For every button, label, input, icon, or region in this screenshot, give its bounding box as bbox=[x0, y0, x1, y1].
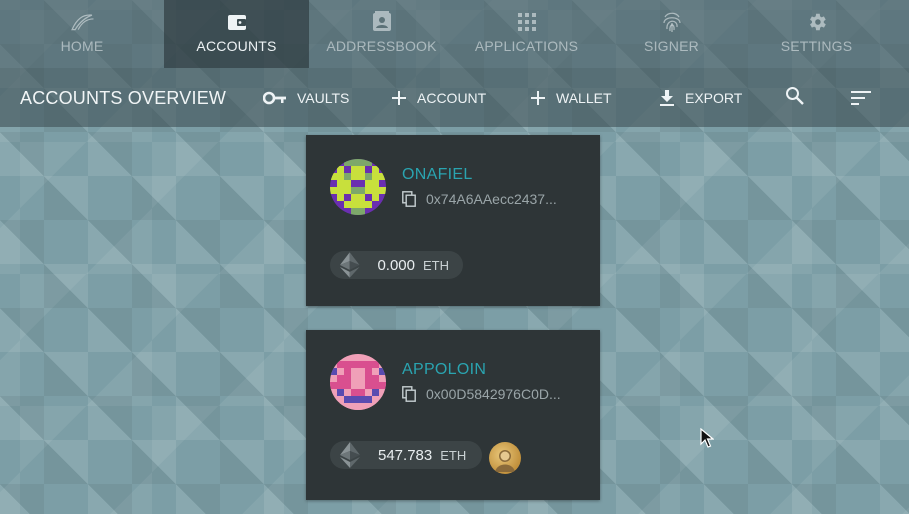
balance-unit: ETH bbox=[423, 257, 449, 273]
nav-accounts[interactable]: ACCOUNTS bbox=[164, 0, 309, 68]
account-address-row: 0x74A6AAecc2437... bbox=[402, 191, 557, 207]
nav-signer-label: SIGNER bbox=[644, 38, 699, 54]
balance-chip: 0.000 ETH bbox=[330, 251, 463, 279]
main-navigation: HOME ACCOUNTS ADDRESSBOOK APPLICATIONS S… bbox=[0, 0, 909, 68]
balance-chip: 547.783 ETH bbox=[330, 441, 482, 469]
balance-value: 547.783 bbox=[378, 446, 433, 464]
balance-value: 0.000 bbox=[377, 256, 415, 274]
export-button[interactable]: EXPORT bbox=[659, 68, 742, 127]
mouse-cursor-icon bbox=[700, 428, 714, 448]
add-account-label: ACCOUNT bbox=[417, 89, 487, 106]
nav-applications-label: APPLICATIONS bbox=[474, 38, 579, 54]
nav-settings-label: SETTINGS bbox=[780, 38, 853, 54]
nav-accounts-label: ACCOUNTS bbox=[196, 38, 277, 54]
nav-addressbook-label: ADDRESSBOOK bbox=[326, 38, 437, 54]
vaults-label: VAULTS bbox=[297, 89, 350, 106]
vaults-button[interactable]: VAULTS bbox=[263, 68, 349, 127]
fingerprint-icon bbox=[659, 11, 685, 33]
add-wallet-button[interactable]: WALLET bbox=[530, 68, 612, 127]
page-title: ACCOUNTS OVERVIEW bbox=[20, 88, 227, 108]
gear-icon bbox=[804, 11, 830, 33]
token-icon[interactable] bbox=[489, 442, 521, 474]
nav-signer[interactable]: SIGNER bbox=[599, 0, 744, 68]
accounts-toolbar: ACCOUNTS OVERVIEW VAULTS ACCOUNT WALLET … bbox=[0, 68, 909, 127]
ethereum-icon bbox=[340, 442, 360, 468]
account-avatar bbox=[330, 354, 386, 410]
account-avatar bbox=[330, 159, 386, 215]
key-icon bbox=[263, 91, 286, 104]
contacts-icon bbox=[369, 11, 395, 33]
copy-icon[interactable] bbox=[402, 386, 416, 402]
nav-addressbook[interactable]: ADDRESSBOOK bbox=[309, 0, 454, 68]
account-name[interactable]: ONAFIEL bbox=[402, 166, 473, 184]
account-address: 0x00D5842976C0D... bbox=[426, 386, 561, 402]
sort-icon[interactable] bbox=[851, 91, 871, 105]
copy-icon[interactable] bbox=[402, 191, 416, 207]
add-account-button[interactable]: ACCOUNT bbox=[391, 68, 486, 127]
apps-grid-icon bbox=[514, 11, 540, 33]
download-icon bbox=[660, 89, 674, 106]
add-wallet-label: WALLET bbox=[556, 89, 612, 106]
search-icon[interactable] bbox=[785, 86, 805, 106]
account-card[interactable]: ONAFIEL 0x74A6AAecc2437... 0.000 ETH bbox=[306, 135, 600, 306]
nav-applications[interactable]: APPLICATIONS bbox=[454, 0, 599, 68]
nav-home[interactable]: HOME bbox=[0, 0, 164, 68]
balance-unit: ETH bbox=[440, 447, 467, 463]
plus-icon bbox=[531, 90, 545, 105]
logo-icon bbox=[69, 11, 95, 33]
nav-settings[interactable]: SETTINGS bbox=[744, 0, 889, 68]
account-address-row: 0x00D5842976C0D... bbox=[402, 386, 561, 402]
plus-icon bbox=[392, 90, 406, 105]
wallet-icon bbox=[224, 11, 250, 33]
export-label: EXPORT bbox=[685, 89, 743, 106]
ethereum-icon bbox=[339, 252, 360, 278]
account-address: 0x74A6AAecc2437... bbox=[426, 191, 557, 207]
nav-home-label: HOME bbox=[60, 38, 104, 54]
account-card[interactable]: APPOLOIN 0x00D5842976C0D... 547.783 ETH bbox=[306, 330, 600, 500]
account-name[interactable]: APPOLOIN bbox=[402, 361, 486, 379]
